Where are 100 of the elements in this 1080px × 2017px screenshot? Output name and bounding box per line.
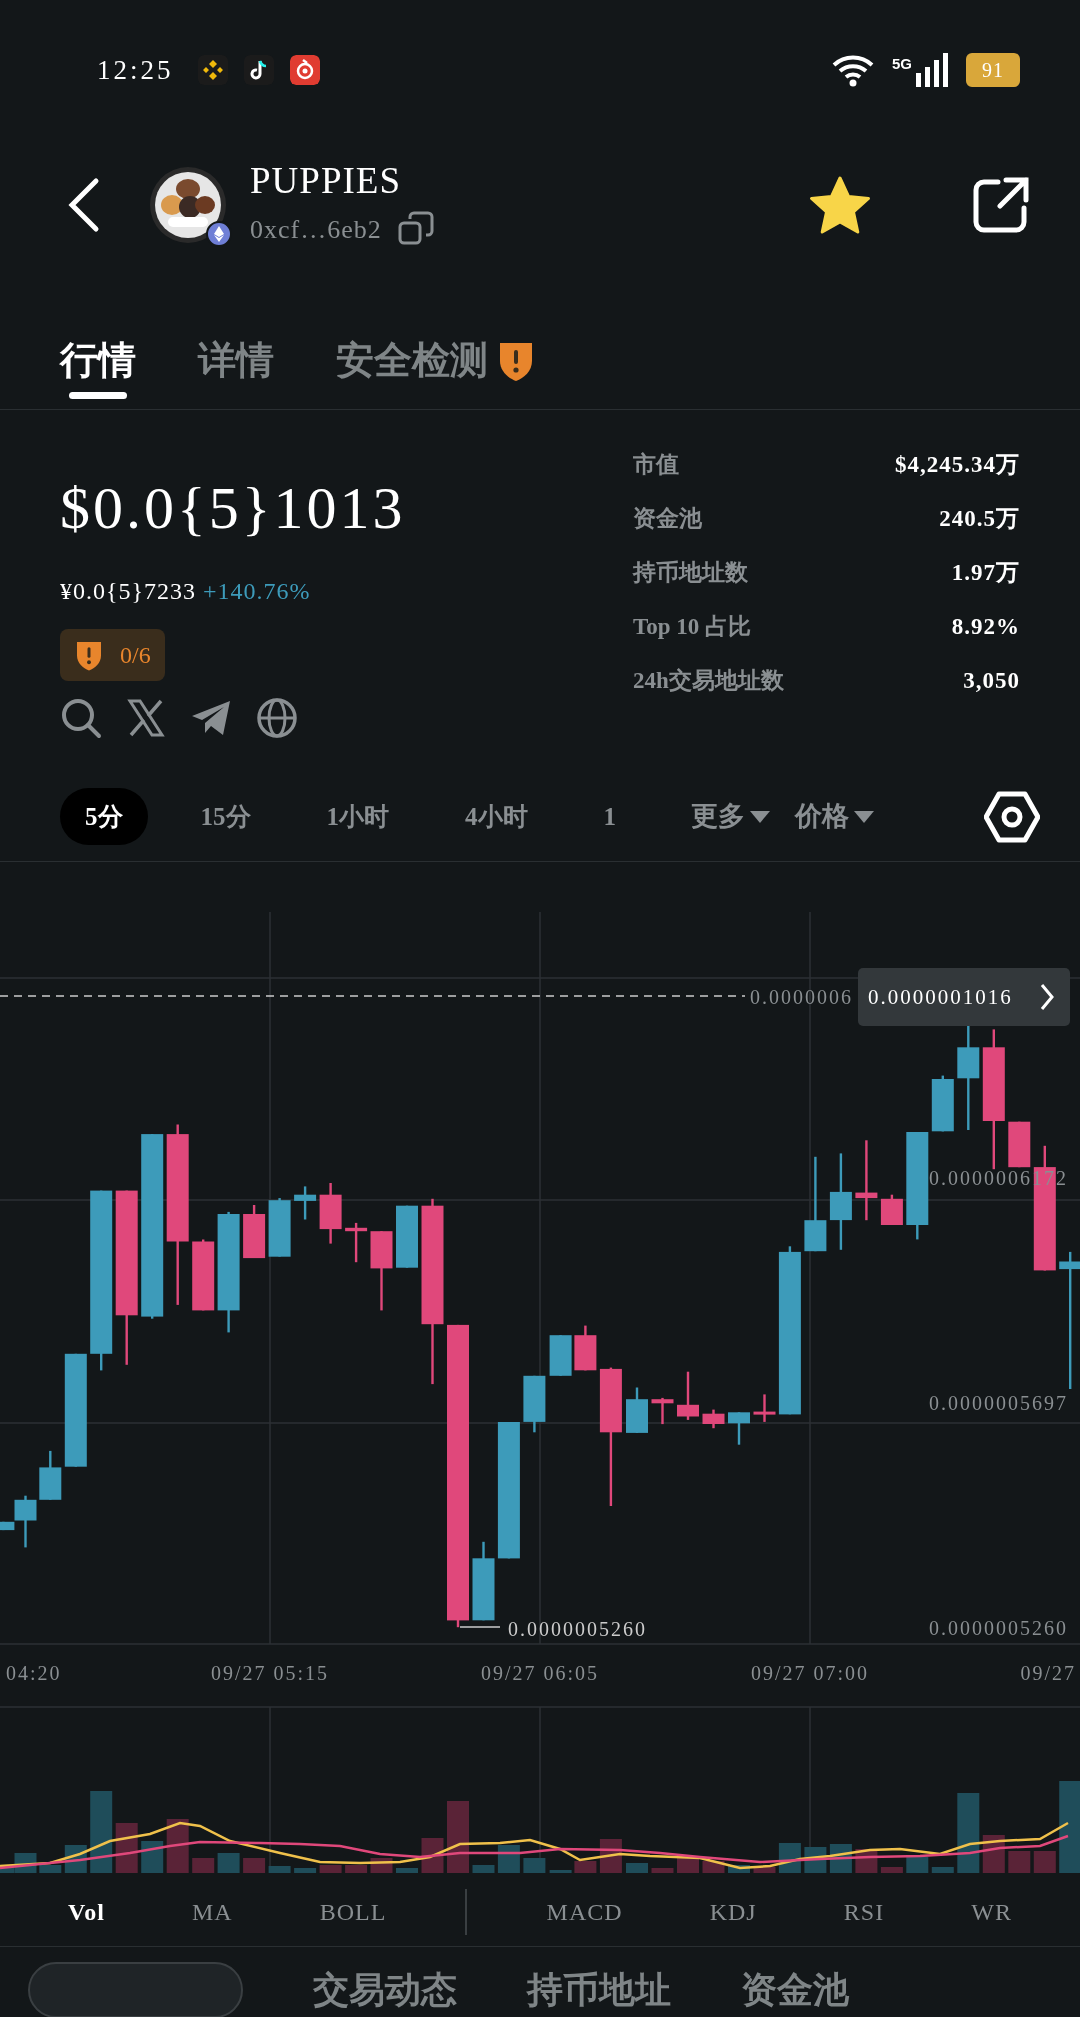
low-price-label: 0.0000005260: [508, 1618, 647, 1640]
volume-bar: [268, 1866, 291, 1873]
globe-icon[interactable]: [256, 697, 298, 739]
time-label: 09/27 05:15: [210, 1662, 330, 1684]
contract-address: 0xcf…6eb2: [250, 213, 382, 246]
volume-bar: [319, 1865, 342, 1873]
candle: [192, 1239, 215, 1311]
volume-bar: [294, 1868, 317, 1873]
volume-bar: [906, 1857, 929, 1873]
volume-bar: [497, 1845, 520, 1873]
volume-bar: [523, 1858, 546, 1873]
volume-bar: [1033, 1851, 1056, 1873]
indicator-tab[interactable]: MACD: [538, 1889, 631, 1934]
token-name: PUPPIES: [250, 161, 402, 202]
volume-bar: [39, 1865, 62, 1873]
time-label: 09/27 06:05: [480, 1662, 600, 1684]
volume-bar: [243, 1858, 266, 1873]
candle: [626, 1387, 648, 1433]
volume-bar: [396, 1868, 418, 1873]
risk-badge[interactable]: 0/6: [60, 629, 165, 681]
dropdown[interactable]: 价格: [795, 796, 875, 837]
indicator-tab[interactable]: MA: [183, 1889, 241, 1934]
stat-label: 24h交易地址数: [633, 666, 784, 695]
settings-icon[interactable]: [984, 790, 1040, 843]
candle: [268, 1198, 291, 1257]
indicator-tab[interactable]: WR: [963, 1889, 1020, 1934]
tab[interactable]: 资金池: [741, 1962, 849, 2017]
timeframe-tab[interactable]: 15分: [175, 787, 276, 846]
candle: [319, 1183, 342, 1244]
stat-label: Top 10 占比: [633, 612, 752, 641]
stat-value: $4,245.34万: [895, 450, 1020, 479]
timeframe-tab[interactable]: 5分: [60, 787, 148, 846]
candle: [880, 1194, 903, 1225]
volume-bar: [574, 1861, 597, 1873]
time-label: 09/27: [1020, 1662, 1076, 1684]
chevron-icon[interactable]: [1040, 984, 1054, 1010]
volume-bar: [931, 1867, 954, 1873]
copy-icon[interactable]: [397, 211, 434, 248]
volume-bar: [651, 1868, 674, 1873]
share-icon[interactable]: [972, 176, 1030, 234]
volume-bar: [472, 1865, 495, 1873]
battery-level: 91: [966, 53, 1020, 87]
x-logo-icon[interactable]: [126, 698, 166, 738]
stat-label: 资金池: [633, 504, 702, 533]
volume-bar: [728, 1865, 750, 1873]
time-label: 09/27 07:00: [750, 1662, 870, 1684]
stat-value: 240.5万: [939, 504, 1020, 533]
candle: [523, 1375, 546, 1433]
volume-bar: [166, 1819, 189, 1873]
volume-bar: [549, 1870, 572, 1873]
network-label: 5G: [892, 54, 912, 74]
wifi-icon: [832, 53, 876, 87]
timeframe-tab[interactable]: 1小时: [301, 787, 414, 846]
tab[interactable]: 持币地址: [527, 1962, 671, 2017]
axis-label: 0.0000005697: [929, 1392, 1068, 1414]
timeframe-tab[interactable]: 1: [578, 787, 641, 846]
volume-bar: [141, 1841, 164, 1873]
tab[interactable]: 交易动态: [313, 1962, 457, 2017]
volume-bar: [421, 1838, 444, 1873]
timeframe-tab[interactable]: 4小时: [440, 787, 553, 846]
price-change: +140.76%: [203, 578, 311, 604]
diamond-app-icon: [197, 55, 228, 85]
candle: [1008, 1121, 1031, 1168]
volume-bar: [217, 1853, 240, 1873]
time-label: 04:20: [6, 1662, 62, 1684]
indicator-tab[interactable]: BOLL: [311, 1889, 395, 1934]
candle: [396, 1205, 418, 1268]
volume-bar: [345, 1865, 368, 1873]
candle: [345, 1222, 368, 1263]
candle: [702, 1409, 725, 1429]
caret-icon: [853, 809, 875, 824]
paper-plane-icon[interactable]: [190, 698, 232, 738]
candle: [243, 1205, 266, 1259]
candle: [651, 1397, 674, 1425]
dropdown[interactable]: 更多: [691, 796, 771, 837]
star-icon[interactable]: [808, 175, 872, 235]
volume-bar: [192, 1858, 215, 1873]
candle: [728, 1412, 750, 1445]
axis-label: 0.0000006: [750, 986, 853, 1008]
swirl-app-icon: [289, 55, 320, 85]
indicator-tab[interactable]: KDJ: [701, 1889, 765, 1934]
signal-icon: [916, 53, 950, 87]
search-icon[interactable]: [60, 697, 102, 739]
tab[interactable]: 行情: [60, 332, 136, 409]
tab[interactable]: 安全检测: [336, 332, 536, 409]
current-price-label: 0.0000001016: [868, 985, 1013, 1009]
candle: [549, 1335, 572, 1376]
ethereum-badge-icon: [206, 221, 232, 247]
indicator-tab[interactable]: Vol: [60, 1889, 113, 1934]
tab[interactable]: 详情: [198, 332, 274, 409]
stat-label: 持币地址数: [633, 558, 748, 587]
volume-bar: [677, 1858, 699, 1873]
candle: [931, 1075, 954, 1132]
indicator-tab[interactable]: RSI: [835, 1889, 893, 1934]
price-usd: $0.0{5}1013: [60, 478, 407, 538]
volume-bar: [1008, 1851, 1031, 1873]
candle: [574, 1325, 597, 1371]
volume-bar: [447, 1801, 469, 1873]
leader-line: [459, 1626, 501, 1628]
candle: [753, 1394, 776, 1422]
